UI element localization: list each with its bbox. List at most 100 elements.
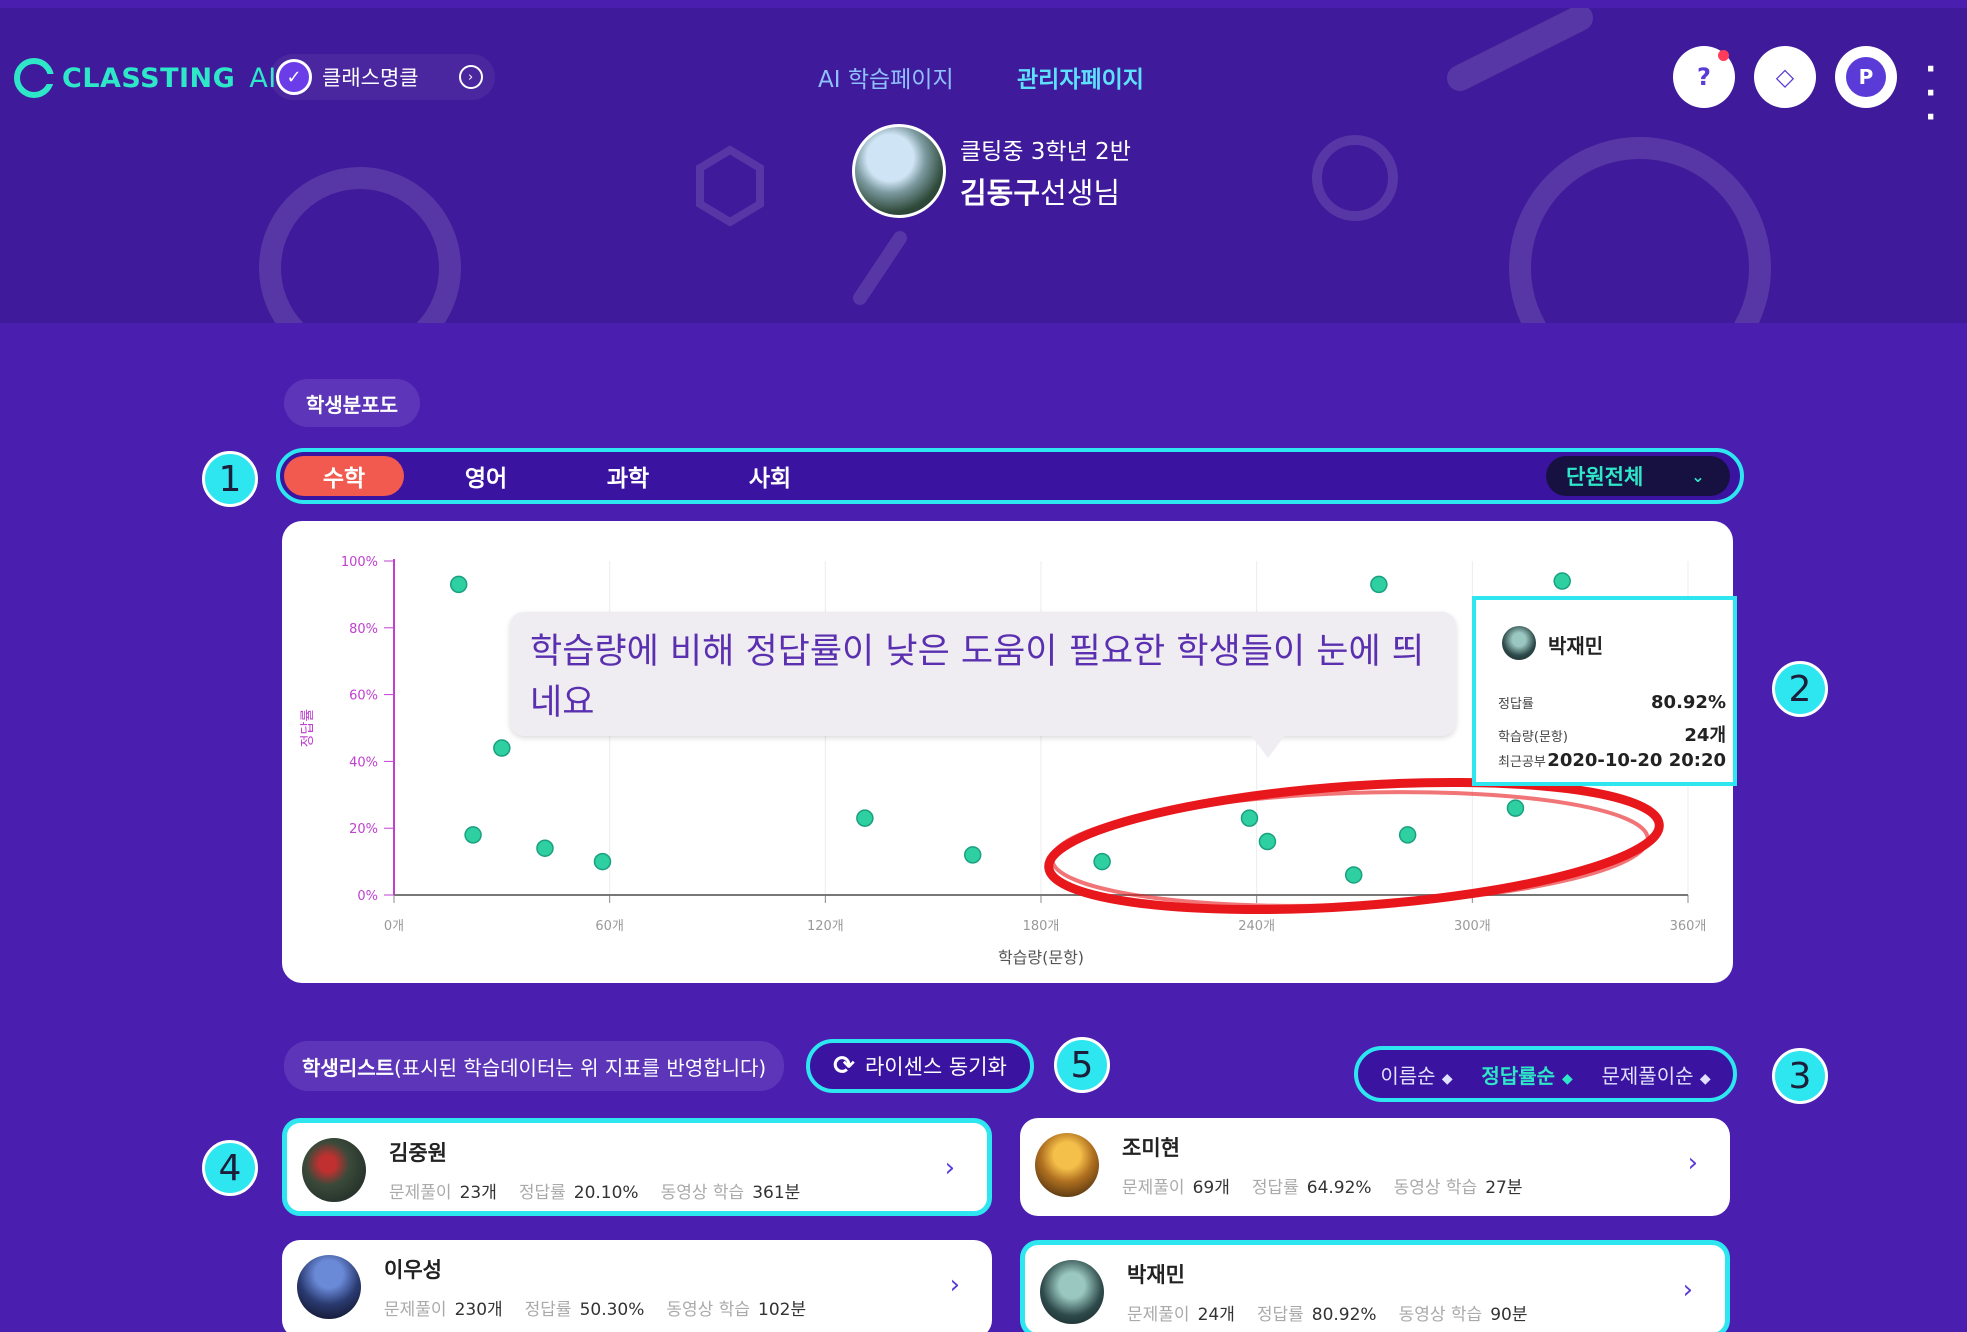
profile-icon: P (1846, 57, 1886, 97)
class-name: 클래스명클 (322, 66, 419, 90)
x-tick-label: 360개 (1670, 919, 1707, 934)
data-point (1093, 852, 1111, 871)
data-point (536, 839, 554, 857)
teacher-name-suffix: 선생님 (1040, 176, 1121, 210)
stat-label: 동영상 학습 (1398, 1305, 1483, 1325)
stat-value: 90분 (1490, 1305, 1528, 1325)
profile-button[interactable]: P (1835, 46, 1897, 108)
classting-logo-icon (14, 58, 54, 98)
data-point (593, 852, 612, 871)
ticket-icon: ◇ (1775, 63, 1795, 91)
student-stats: 문제풀이 69개 정답률 64.92% 동영상 학습 27분 (1122, 1173, 1522, 1198)
y-tick-label: 80% (349, 622, 378, 637)
tab-english[interactable]: 영어 (426, 456, 546, 496)
info-value: 24개 (1684, 725, 1726, 746)
nav-admin[interactable]: 관리자페이지 (1017, 60, 1144, 94)
student-avatar (302, 1138, 366, 1202)
sort-arrows-icon: ◆ (1699, 1070, 1711, 1087)
help-chat-button[interactable]: ? (1673, 46, 1735, 108)
x-tick-label: 0개 (384, 919, 404, 934)
student-card[interactable]: 이우성 문제풀이 230개 정답률 50.30% 동영상 학습 102분 › (282, 1240, 992, 1332)
data-point (449, 575, 468, 594)
classting-logo[interactable]: CLASSTING AI (14, 58, 277, 98)
info-name: 박재민 (1548, 634, 1604, 658)
student-name: 박재민 (1127, 1263, 1185, 1287)
stat-accuracy: 정답률 50.30% (525, 1295, 645, 1320)
x-tick-label: 240개 (1238, 919, 1275, 934)
sort-arrows-icon: ◆ (1562, 1070, 1573, 1087)
info-value: 80.92% (1651, 692, 1726, 713)
y-tick-label: 100% (341, 555, 378, 570)
y-tick-label: 60% (349, 689, 378, 704)
info-label: 최근공부 (1498, 755, 1546, 770)
header-banner: CLASSTING AI ✓ 클래스명클 › AI 학습페이지 관리자페이지 ?… (0, 8, 1967, 323)
chevron-right-icon: › (944, 1153, 955, 1183)
x-tick-label: 300개 (1454, 919, 1491, 934)
x-tick-label: 60개 (595, 919, 624, 934)
stat-value: 64.92% (1306, 1178, 1372, 1198)
annotation-badge-4: 4 (202, 1140, 258, 1196)
sync-icon: ⟳ (833, 1051, 855, 1081)
stat-value: 23개 (459, 1183, 497, 1203)
more-icon[interactable]: · · · (1925, 55, 1936, 133)
stat-solved: 문제풀이 69개 (1122, 1173, 1230, 1198)
stat-value: 230개 (454, 1300, 503, 1320)
stat-value: 50.30% (579, 1300, 645, 1320)
ticket-button[interactable]: ◇ (1754, 46, 1816, 108)
callout-tooltip: 학습량에 비해 정답률이 낮은 도움이 필요한 학생들이 눈에 띄네요 (510, 612, 1456, 758)
stat-label: 정답률 (524, 1300, 572, 1320)
y-tick-label: 20% (349, 822, 378, 837)
info-row-accuracy: 정답률 80.92% (1498, 692, 1726, 713)
annotation-badge-3: 3 (1772, 1048, 1828, 1104)
info-value: 2020-10-20 20:20 (1547, 750, 1726, 771)
sort-by-accuracy[interactable]: 정답률순 ◆ (1481, 1060, 1572, 1089)
data-point (1370, 575, 1388, 594)
student-name: 이우성 (384, 1258, 442, 1282)
chevron-right-icon: › (949, 1270, 960, 1300)
student-card[interactable]: 김중원 문제풀이 23개 정답률 20.10% 동영상 학습 361분 › (282, 1118, 992, 1216)
license-sync-button[interactable]: ⟳ 라이센스 동기화 (806, 1039, 1034, 1093)
highlight-ellipse (1044, 777, 1664, 915)
stat-value: 24개 (1197, 1305, 1235, 1325)
stat-label: 동영상 학습 (666, 1300, 751, 1320)
data-point (963, 846, 982, 864)
teacher-name: 김동구선생님 (960, 170, 1120, 212)
data-point (1506, 799, 1525, 817)
tab-science[interactable]: 과학 (568, 456, 688, 496)
sort-by-solved[interactable]: 문제풀이순 ◆ (1602, 1060, 1711, 1089)
student-card[interactable]: 박재민 문제풀이 24개 정답률 80.92% 동영상 학습 90분 › (1020, 1240, 1730, 1332)
stat-label: 문제풀이 (1122, 1178, 1185, 1198)
stat-value: 102분 (758, 1300, 807, 1320)
sort-label: 이름순 (1380, 1063, 1436, 1088)
stat-accuracy: 정답률 80.92% (1257, 1300, 1377, 1325)
help-chat-icon: ? (1697, 63, 1711, 91)
list-label-bold: 학생리스트 (302, 1055, 394, 1080)
profile-initial: P (1858, 65, 1874, 89)
x-axis-label: 학습량(문항) (998, 948, 1084, 967)
teacher-avatar (852, 124, 946, 218)
verified-check-icon: ✓ (276, 59, 312, 95)
tab-social[interactable]: 사회 (710, 456, 830, 496)
chevron-right-icon: › (1687, 1148, 1698, 1178)
tab-math[interactable]: 수학 (284, 456, 404, 496)
info-label: 학습량(문항) (1498, 730, 1568, 745)
data-point (1258, 832, 1277, 851)
stat-label: 동영상 학습 (1393, 1178, 1478, 1198)
sort-label: 정답률순 (1481, 1063, 1556, 1088)
y-tick-label: 40% (349, 755, 378, 770)
list-label-rest: (표시된 학습데이터는 위 지표를 반영합니다) (394, 1055, 767, 1080)
unit-filter-value: 단원전체 (1566, 465, 1644, 489)
x-tick-label: 120개 (807, 919, 844, 934)
data-point (1344, 866, 1363, 884)
data-point (1398, 826, 1417, 844)
sort-arrows-icon: ◆ (1441, 1070, 1453, 1087)
class-selector[interactable]: ✓ 클래스명클 › (270, 54, 495, 100)
stat-accuracy: 정답률 64.92% (1252, 1173, 1372, 1198)
sort-by-name[interactable]: 이름순 ◆ (1380, 1060, 1452, 1089)
student-card[interactable]: 조미현 문제풀이 69개 정답률 64.92% 동영상 학습 27분 › (1020, 1118, 1730, 1216)
student-avatar (1035, 1133, 1099, 1197)
stat-value: 80.92% (1311, 1305, 1377, 1325)
nav-ai-learning[interactable]: AI 학습페이지 (818, 60, 954, 94)
unit-filter-dropdown[interactable]: 단원전체 ⌄ (1546, 456, 1730, 496)
stat-solved: 문제풀이 230개 (384, 1295, 503, 1320)
